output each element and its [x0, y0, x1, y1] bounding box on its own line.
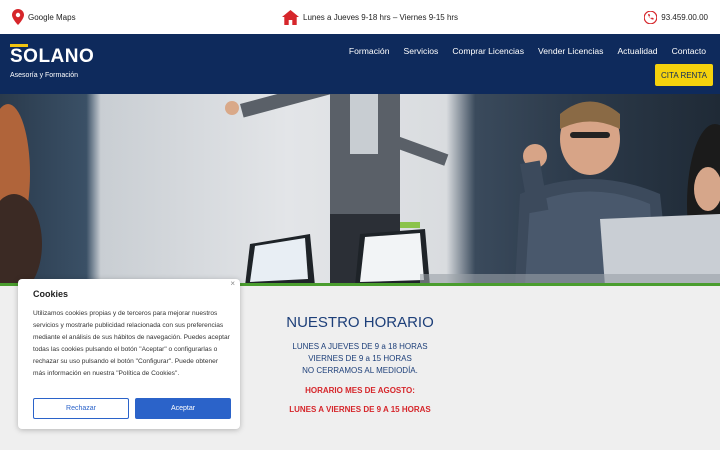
phone-link[interactable]: 93.459.00.00 — [644, 0, 708, 34]
august-schedule-line: LUNES A VIERNES DE 9 A 15 HORAS — [289, 405, 431, 414]
logo-name: SOLANO — [10, 46, 95, 67]
menu-item-comprar-licencias[interactable]: Comprar Licencias — [452, 46, 524, 56]
cookie-consent-dialog: × Cookies Utilizamos cookies propias y d… — [18, 279, 240, 429]
menu-item-vender-licencias[interactable]: Vender Licencias — [538, 46, 603, 56]
menu-item-formacion[interactable]: Formación — [349, 46, 390, 56]
main-menu: Formación Servicios Comprar Licencias Ve… — [335, 46, 706, 56]
opening-hours: Lunes a Jueves 9-18 hrs – Viernes 9-15 h… — [282, 0, 458, 34]
main-navbar: SOLANO Asesoría y Formación Formación Se… — [0, 34, 720, 94]
cookie-dialog-title: Cookies — [33, 289, 69, 299]
home-icon — [282, 9, 299, 25]
map-pin-icon — [12, 9, 24, 25]
schedule-line-midday: NO CERRAMOS AL MEDIODÍA. — [302, 366, 418, 375]
reject-cookies-button[interactable]: Rechazar — [33, 398, 129, 419]
august-schedule-title: HORARIO MES DE AGOSTO: — [305, 386, 415, 395]
cita-renta-button[interactable]: CITA RENTA — [655, 64, 713, 86]
schedule-title: NUESTRO HORARIO — [286, 314, 434, 331]
hero-image — [0, 94, 720, 286]
top-info-bar: Google Maps Lunes a Jueves 9-18 hrs – Vi… — [0, 0, 720, 34]
hero-meeting-illustration — [0, 94, 720, 286]
schedule-line-weekdays: LUNES A JUEVES DE 9 a 18 HORAS — [292, 342, 428, 351]
solano-logo[interactable]: SOLANO Asesoría y Formación — [10, 44, 94, 86]
close-icon[interactable]: × — [230, 279, 235, 288]
menu-item-contacto[interactable]: Contacto — [672, 46, 706, 56]
google-maps-label: Google Maps — [28, 12, 76, 22]
phone-number: 93.459.00.00 — [661, 12, 708, 22]
cookie-dialog-text: Utilizamos cookies propias y de terceros… — [33, 310, 230, 377]
google-maps-link[interactable]: Google Maps — [12, 0, 76, 34]
schedule-line-friday: VIERNES DE 9 a 15 HORAS — [308, 354, 412, 363]
opening-hours-label: Lunes a Jueves 9-18 hrs – Viernes 9-15 h… — [303, 12, 459, 22]
logo-tagline: Asesoría y Formación — [10, 72, 79, 79]
phone-icon — [644, 10, 658, 24]
menu-item-actualidad[interactable]: Actualidad — [617, 46, 657, 56]
accept-cookies-button[interactable]: Aceptar — [135, 398, 231, 419]
menu-item-servicios[interactable]: Servicios — [403, 46, 438, 56]
